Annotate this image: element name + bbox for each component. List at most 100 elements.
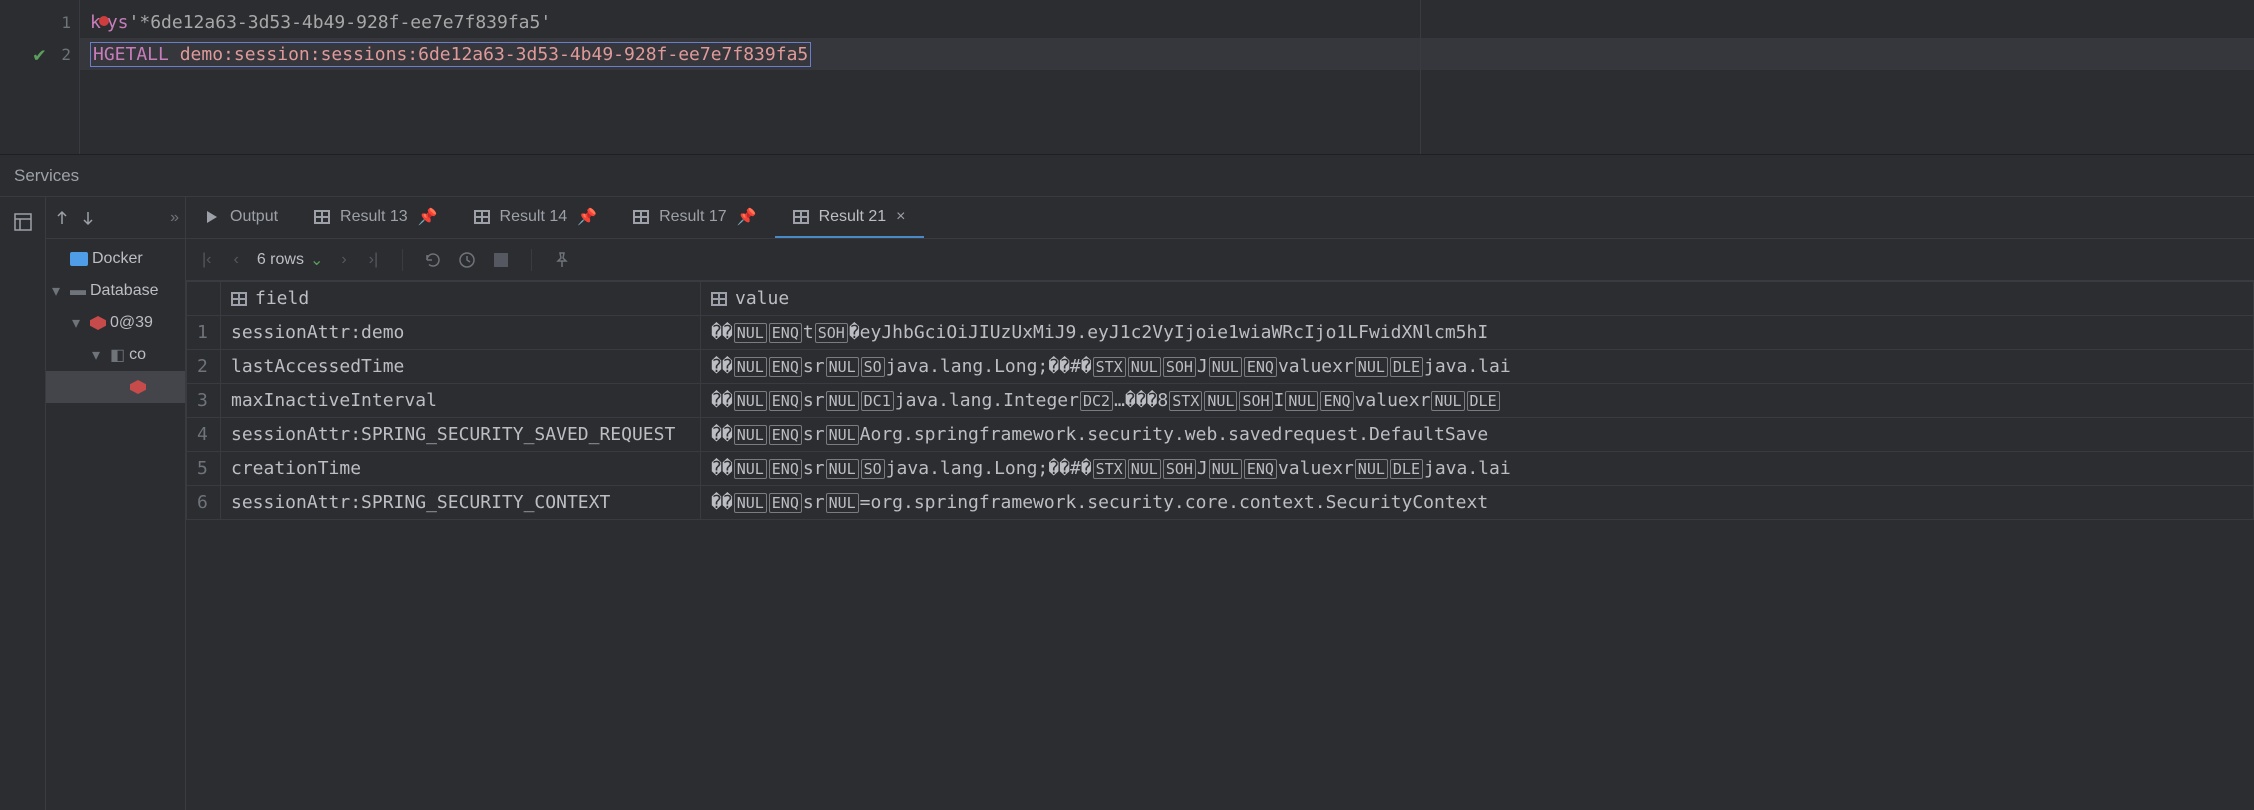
table-row[interactable]: 5creationTime��NULENQsrNULSOjava.lang.Lo… [187, 452, 2254, 486]
tree-item[interactable]: ▾0@39 [46, 307, 185, 339]
cell-field[interactable]: maxInactiveInterval [221, 384, 701, 418]
keyword-token: HGETALL [93, 44, 169, 65]
chevron-down-icon: ⌄ [310, 250, 323, 270]
control-char-badge: SOH [1239, 391, 1272, 411]
cell-field[interactable]: sessionAttr:demo [221, 316, 701, 350]
cell-field[interactable]: sessionAttr:SPRING_SECURITY_CONTEXT [221, 486, 701, 520]
control-char-badge: NUL [826, 357, 859, 377]
row-number-header [187, 282, 221, 316]
pin-icon: 📌 [737, 207, 757, 227]
last-page-icon[interactable]: ›| [365, 251, 382, 269]
control-char-badge: NUL [826, 391, 859, 411]
row-number: 5 [187, 452, 221, 486]
row-number: 4 [187, 418, 221, 452]
services-body: » Docker ▾▬Database▾0@39▾◧co Output Result… [0, 197, 2254, 810]
table-row[interactable]: 2lastAccessedTime��NULENQsrNULSOjava.lan… [187, 350, 2254, 384]
collapse-icon[interactable] [78, 208, 98, 228]
result-tab[interactable]: Result 21× [775, 197, 924, 238]
result-tab[interactable]: Result 14📌 [456, 197, 616, 238]
code-line-current[interactable]: HGETALL demo:session:sessions:6de12a63-3… [80, 38, 2254, 70]
control-char-badge: ENQ [1244, 459, 1277, 479]
control-char-badge: NUL [734, 425, 767, 445]
control-char-badge: SOH [1163, 357, 1196, 377]
tree-item[interactable]: Docker [46, 243, 185, 275]
control-char-badge: ENQ [1320, 391, 1353, 411]
code-editor[interactable]: 1 ✔ 2 kys '*6de12a63-3d53-4b49-928f-ee7e… [0, 0, 2254, 155]
control-char-badge: SO [861, 357, 885, 377]
prev-page-icon[interactable]: ‹ [229, 251, 242, 269]
tree-toolbar: » [46, 197, 185, 239]
line-number: 2 [61, 45, 71, 64]
tree-item-label: Docker [92, 250, 143, 268]
control-char-badge: NUL [1355, 357, 1388, 377]
tree-item-label: Database [90, 282, 159, 300]
refresh-icon[interactable] [423, 250, 443, 270]
layout-icon[interactable] [8, 207, 38, 237]
editor-ruler [1420, 0, 1421, 154]
control-char-badge: DLE [1390, 357, 1423, 377]
control-char-badge: ENQ [769, 391, 802, 411]
results-table[interactable]: field value 1sessionAttr:demo��NULENQtSO… [186, 281, 2254, 810]
services-toolbar [0, 197, 46, 810]
stop-icon[interactable] [491, 250, 511, 270]
cell-value[interactable]: ��NULENQsrNUL=org.springframework.securi… [701, 486, 2254, 520]
cell-value[interactable]: ��NULENQsrNULAorg.springframework.securi… [701, 418, 2254, 452]
separator [402, 249, 403, 271]
first-page-icon[interactable]: |‹ [198, 251, 215, 269]
pin-icon[interactable] [552, 250, 572, 270]
control-char-badge: SOH [1163, 459, 1196, 479]
cell-field[interactable]: creationTime [221, 452, 701, 486]
control-char-badge: NUL [826, 493, 859, 513]
tab-label: Result 13 [340, 208, 408, 226]
cell-value[interactable]: ��NULENQsrNULDC1java.lang.IntegerDC2…���… [701, 384, 2254, 418]
control-char-badge: STX [1093, 357, 1126, 377]
results-pane: OutputResult 13📌Result 14📌Result 17📌Resu… [186, 197, 2254, 810]
code-area[interactable]: kys '*6de12a63-3d53-4b49-928f-ee7e7f839f… [80, 0, 2254, 154]
services-panel-header: Services [0, 155, 2254, 197]
table-row[interactable]: 6sessionAttr:SPRING_SECURITY_CONTEXT��NU… [187, 486, 2254, 520]
gutter-line: ✔ 2 [0, 38, 79, 70]
clock-icon[interactable] [457, 250, 477, 270]
expand-icon[interactable] [52, 208, 72, 228]
cell-value[interactable]: ��NULENQsrNULSOjava.lang.Long;��#�STXNUL… [701, 452, 2254, 486]
grid-icon [793, 210, 809, 224]
control-char-badge: ENQ [769, 357, 802, 377]
tree-item[interactable]: ▾▬Database [46, 275, 185, 307]
redis-icon [130, 380, 146, 394]
code-line[interactable]: kys '*6de12a63-3d53-4b49-928f-ee7e7f839f… [80, 6, 2254, 38]
editor-gutter: 1 ✔ 2 [0, 0, 80, 154]
result-tab[interactable]: Result 17📌 [615, 197, 775, 238]
cell-field[interactable]: sessionAttr:SPRING_SECURITY_SAVED_REQUES… [221, 418, 701, 452]
tree-item[interactable]: ▾◧co [46, 339, 185, 371]
gutter-line: 1 [0, 6, 79, 38]
result-tab[interactable]: Result 13📌 [296, 197, 456, 238]
tree-item-label: co [129, 346, 146, 364]
selection-box: HGETALL demo:session:sessions:6de12a63-3… [90, 42, 811, 67]
cell-value[interactable]: ��NULENQsrNULSOjava.lang.Long;��#�STXNUL… [701, 350, 2254, 384]
next-page-icon[interactable]: › [337, 251, 350, 269]
services-tree[interactable]: » Docker ▾▬Database▾0@39▾◧co [46, 197, 186, 810]
cell-value[interactable]: ��NULENQtSOH�eyJhbGciOiJIUzUxMiJ9.eyJ1c2… [701, 316, 2254, 350]
column-header-field[interactable]: field [221, 282, 701, 316]
column-header-value[interactable]: value [701, 282, 2254, 316]
table-row[interactable]: 4sessionAttr:SPRING_SECURITY_SAVED_REQUE… [187, 418, 2254, 452]
rows-count[interactable]: 6 rows ⌄ [257, 250, 324, 270]
cell-field[interactable]: lastAccessedTime [221, 350, 701, 384]
row-number: 3 [187, 384, 221, 418]
control-char-badge: DC1 [861, 391, 894, 411]
control-char-badge: NUL [826, 459, 859, 479]
tab-label: Output [230, 208, 278, 226]
pin-icon: 📌 [577, 207, 597, 227]
table-row[interactable]: 3maxInactiveInterval��NULENQsrNULDC1java… [187, 384, 2254, 418]
result-tab[interactable]: Output [186, 197, 296, 238]
results-toolbar: |‹ ‹ 6 rows ⌄ › ›| [186, 239, 2254, 281]
grid-icon [474, 210, 490, 224]
grid-icon [633, 210, 649, 224]
folder-icon: ▬ [70, 282, 86, 300]
control-char-badge: NUL [1128, 459, 1161, 479]
control-char-badge: DC2 [1080, 391, 1113, 411]
table-row[interactable]: 1sessionAttr:demo��NULENQtSOH�eyJhbGciOi… [187, 316, 2254, 350]
more-icon[interactable]: » [170, 209, 179, 227]
tree-item[interactable] [46, 371, 185, 403]
close-icon[interactable]: × [896, 208, 905, 226]
